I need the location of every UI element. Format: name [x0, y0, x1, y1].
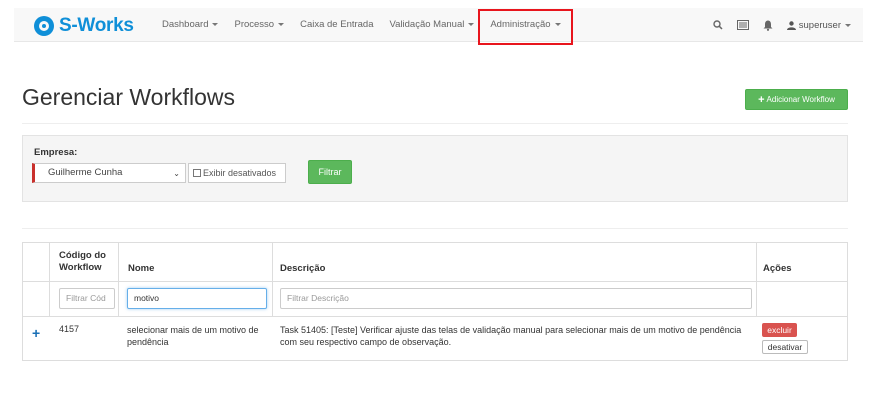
menu-administracao[interactable]: Administração: [478, 8, 573, 45]
codigo-filter-input[interactable]: Filtrar Cód: [59, 288, 115, 309]
table-cell-codigo: 4157: [59, 324, 80, 334]
brand-name: S-Works: [59, 15, 134, 36]
empresa-label: Empresa:: [34, 147, 78, 158]
show-disabled-toggle[interactable]: Exibir desativados: [188, 163, 286, 183]
caret-down-icon: [278, 22, 285, 26]
column-header-descricao[interactable]: Descrição: [280, 263, 325, 275]
divider: [22, 123, 848, 124]
brand-circle-icon: [34, 16, 54, 36]
chevron-down-icon: ⌄: [173, 169, 180, 178]
column-header-nome[interactable]: Nome: [128, 263, 154, 275]
deactivate-button[interactable]: desativar: [762, 340, 808, 354]
divider: [22, 228, 848, 229]
column-header-codigo[interactable]: Código do Workflow: [59, 250, 115, 274]
filter-button[interactable]: Filtrar: [308, 160, 352, 184]
checkbox[interactable]: [193, 169, 201, 177]
workflows-table: Código do Workflow Nome Descrição Ações …: [22, 242, 848, 361]
page-title: Gerenciar Workflows: [22, 84, 236, 110]
expand-row-icon[interactable]: +: [32, 325, 40, 341]
main-menu: Dashboard Processo Caixa de Entrada Vali…: [154, 8, 573, 45]
delete-button[interactable]: excluir: [762, 323, 797, 337]
brand-logo[interactable]: S-Works: [34, 15, 134, 37]
search-icon[interactable]: [713, 20, 723, 30]
nav-right: superuser: [699, 8, 851, 42]
menu-validacao-manual[interactable]: Validação Manual: [382, 8, 483, 42]
table-cell-nome: selecionar mais de um motivo de pendênci…: [127, 325, 259, 347]
user-icon: [786, 20, 796, 30]
plus-icon: +: [758, 93, 765, 106]
nome-filter-input[interactable]: motivo: [127, 288, 267, 309]
menu-caixa-de-entrada[interactable]: Caixa de Entrada: [292, 8, 381, 42]
highlight-box: [478, 9, 573, 45]
user-menu[interactable]: superuser: [786, 20, 851, 31]
table-cell-descricao: Task 51405: [Teste] Verificar ajuste das…: [280, 325, 742, 347]
navbar: S-Works Dashboard Processo Caixa de Entr…: [14, 8, 863, 45]
column-header-acoes: Ações: [763, 263, 792, 274]
list-icon[interactable]: [736, 20, 749, 30]
caret-down-icon: [468, 22, 475, 26]
descricao-filter-input[interactable]: Filtrar Descrição: [280, 288, 752, 309]
menu-dashboard[interactable]: Dashboard: [154, 8, 226, 42]
filter-panel: Empresa: Guilherme Cunha ⌄ Exibir desati…: [22, 135, 848, 202]
add-workflow-button[interactable]: + Adicionar Workflow: [745, 89, 848, 110]
caret-down-icon: [212, 22, 219, 26]
menu-processo[interactable]: Processo: [226, 8, 292, 42]
caret-down-icon: [845, 23, 851, 27]
bell-icon[interactable]: [763, 20, 773, 31]
empresa-select[interactable]: Guilherme Cunha ⌄: [32, 163, 186, 183]
